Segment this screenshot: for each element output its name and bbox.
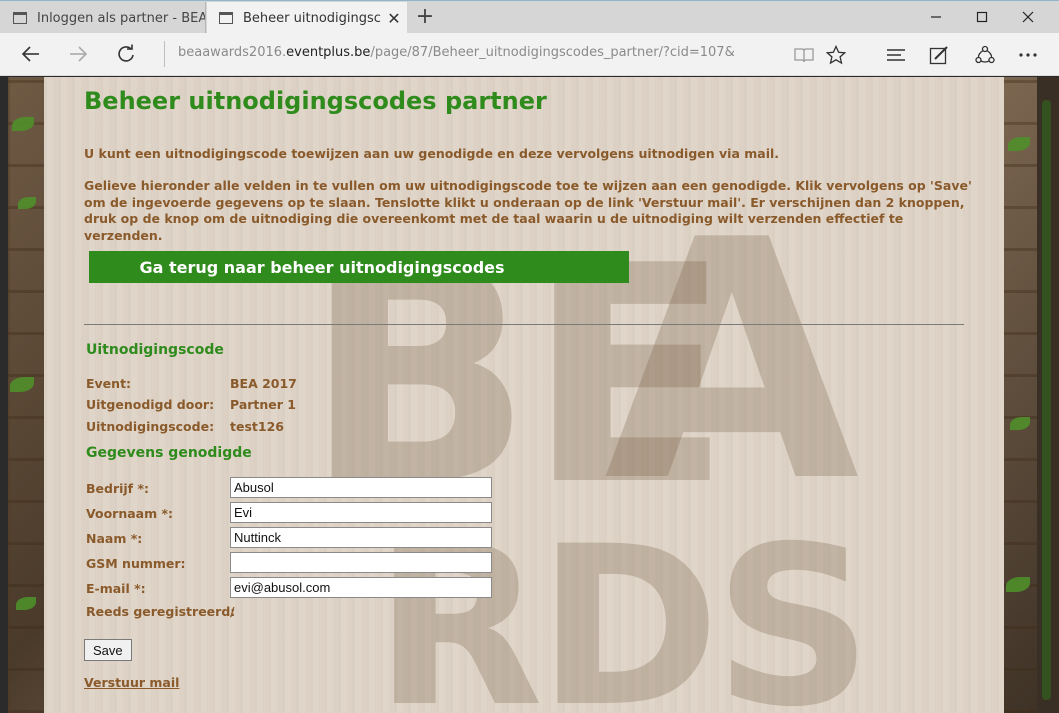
- leaf-decoration: [1010, 417, 1030, 430]
- mobile-input[interactable]: [230, 552, 492, 573]
- address-bar: beaawards2016.eventplus.be/page/87/Behee…: [0, 33, 1059, 76]
- leaf-decoration: [12, 117, 34, 131]
- page-icon: [219, 12, 233, 24]
- page-icon: [13, 12, 27, 24]
- company-input[interactable]: [230, 477, 492, 498]
- web-note-icon[interactable]: [925, 41, 953, 69]
- scrollbar-thumb[interactable]: [1042, 100, 1051, 700]
- back-to-codes-button[interactable]: Ga terug naar beheer uitnodigingscodes: [89, 251, 629, 283]
- leaf-decoration: [1006, 577, 1030, 592]
- leaf-decoration: [10, 377, 34, 392]
- event-label: Event:: [86, 376, 132, 391]
- code-section-title: Uitnodigingscode: [86, 342, 224, 358]
- leaf-decoration: [1008, 137, 1030, 151]
- browser-titlebar: Inloggen als partner - BEA A Beheer uitn…: [0, 0, 1059, 34]
- event-value: BEA 2017: [230, 376, 297, 391]
- registered-label: Reeds geregistreerd:: [86, 604, 236, 619]
- reading-view-icon[interactable]: [790, 41, 818, 69]
- leaf-decoration: [16, 597, 36, 610]
- send-mail-link[interactable]: Verstuur mail: [84, 675, 179, 690]
- divider: [84, 324, 964, 325]
- tab-label: Beheer uitnodigingscod: [243, 10, 381, 26]
- registered-value: /: [230, 604, 235, 619]
- page-viewport: BE A RDS Beheer uitnodigingscodes partne…: [8, 77, 1037, 713]
- intro-text: U kunt een uitnodigingscode toewijzen aa…: [84, 146, 780, 161]
- invited-by-value: Partner 1: [230, 397, 296, 412]
- hub-icon[interactable]: [882, 41, 910, 69]
- page-title: Beheer uitnodigingscodes partner: [84, 87, 547, 115]
- last-name-label: Naam *:: [86, 531, 143, 546]
- maximize-icon[interactable]: [959, 1, 1005, 33]
- invitation-code-value: test126: [230, 419, 284, 434]
- favorite-star-icon[interactable]: [822, 41, 850, 69]
- tab-inloggen[interactable]: Inloggen als partner - BEA A: [1, 2, 206, 34]
- email-label: E-mail *:: [86, 581, 146, 596]
- invited-by-label: Uitgenodigd door:: [86, 397, 215, 412]
- address-separator: [164, 41, 165, 67]
- tab-beheer[interactable]: Beheer uitnodigingscod ✕: [207, 2, 407, 34]
- new-tab-icon[interactable]: +: [413, 5, 437, 29]
- refresh-icon[interactable]: [110, 39, 142, 69]
- guest-section-title: Gegevens genodigde: [86, 445, 252, 461]
- main-content: BE A RDS Beheer uitnodigingscodes partne…: [44, 77, 1004, 713]
- url-field[interactable]: beaawards2016.eventplus.be/page/87/Behee…: [178, 45, 735, 60]
- url-host: eventplus.be: [286, 45, 371, 60]
- share-icon[interactable]: [971, 41, 999, 69]
- url-prefix: beaawards2016.: [178, 45, 287, 60]
- close-window-icon[interactable]: [1005, 1, 1051, 33]
- email-input[interactable]: [230, 577, 492, 598]
- last-name-input[interactable]: [230, 527, 492, 548]
- more-menu-icon[interactable]: [1014, 41, 1042, 69]
- back-arrow-icon[interactable]: [15, 39, 47, 69]
- instructions-text: Gelieve hieronder alle velden in te vull…: [84, 178, 972, 243]
- minimize-icon[interactable]: [913, 1, 959, 33]
- tab-label: Inloggen als partner - BEA A: [37, 10, 205, 26]
- url-path: /page/87/Beheer_uitnodigingscodes_partne…: [370, 45, 735, 60]
- invitation-code-label: Uitnodigingscode:: [86, 419, 215, 434]
- first-name-label: Voornaam *:: [86, 506, 174, 521]
- first-name-input[interactable]: [230, 502, 492, 523]
- background-art: A: [604, 170, 859, 554]
- company-label: Bedrijf *:: [86, 481, 150, 496]
- leaf-decoration: [18, 197, 36, 209]
- close-tab-icon[interactable]: ✕: [381, 9, 407, 28]
- mobile-label: GSM nummer:: [86, 556, 186, 571]
- forward-arrow-icon[interactable]: [62, 39, 94, 69]
- save-button[interactable]: Save: [84, 639, 132, 661]
